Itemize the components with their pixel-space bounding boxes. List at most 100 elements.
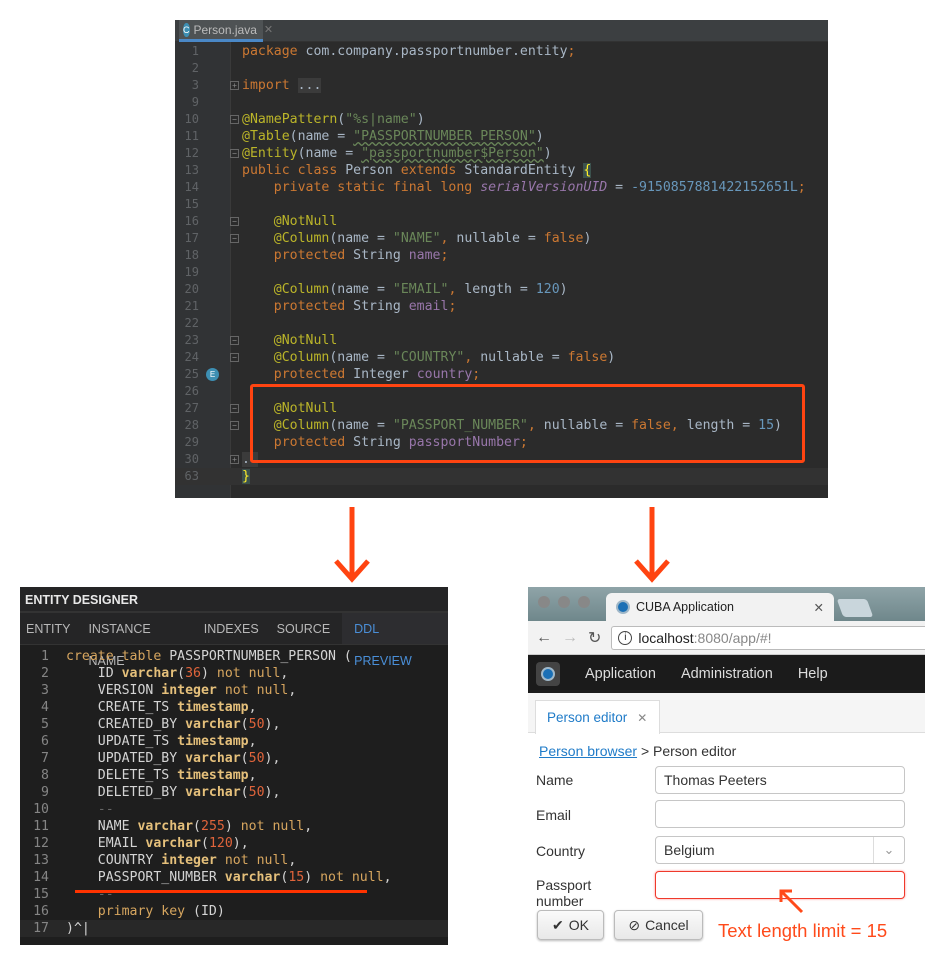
tab-ddl-preview[interactable]: DDL PREVIEW [342, 613, 448, 668]
line-number: 16 [184, 214, 199, 228]
underline-highlight [75, 890, 367, 893]
back-icon[interactable]: ← [536, 629, 552, 647]
token-ty: timestamp [177, 734, 249, 749]
token-pl: ) [583, 231, 592, 246]
tab-person-java[interactable]: C Person.java ✕ [179, 20, 273, 42]
token-pl: ( [240, 717, 249, 732]
token-pl: , [304, 819, 313, 834]
ok-label: OK [568, 917, 589, 933]
cancel-button[interactable]: ⊘ Cancel [614, 910, 703, 940]
fold-collapse-icon[interactable]: − [230, 353, 239, 362]
token-num: 15 [288, 870, 305, 885]
fold-expand-icon[interactable]: + [230, 81, 239, 90]
chevron-down-icon[interactable]: ⌄ [873, 837, 904, 863]
code-line: 11 @Table(name = "PASSPORTNUMBER_PERSON") [175, 128, 828, 145]
code-text: )^| [66, 920, 90, 937]
token-pl: (name = [329, 350, 393, 365]
fold-collapse-icon[interactable]: − [230, 115, 239, 124]
code-text: VERSION integer not null, [66, 682, 297, 699]
class-icon: C [183, 22, 190, 37]
minimize-window-button[interactable] [558, 596, 570, 608]
token-pl: ) [201, 666, 217, 681]
token-kw: not null [240, 819, 305, 834]
menu-administration[interactable]: Administration [681, 666, 773, 682]
ok-button[interactable]: ✔ OK [537, 910, 604, 940]
tab-entity[interactable]: ENTITY [20, 613, 82, 644]
code-line: 2 [175, 60, 828, 77]
new-tab-button[interactable] [836, 599, 874, 617]
maximize-window-button[interactable] [578, 596, 590, 608]
code-text: UPDATED_BY varchar(50), [66, 750, 281, 767]
country-select[interactable]: Belgium ⌄ [655, 836, 905, 864]
menu-application[interactable]: Application [585, 666, 656, 682]
line-number: 11 [33, 819, 49, 834]
token-kw: ; [567, 44, 576, 59]
url-input[interactable]: i localhost:8080/app/#! [611, 625, 925, 650]
line-number: 29 [184, 435, 199, 449]
close-window-button[interactable] [538, 596, 550, 608]
name-field[interactable]: Thomas Peeters [655, 766, 905, 794]
menu-help[interactable]: Help [798, 666, 828, 682]
token-pl: (ID) [193, 904, 225, 919]
fold-collapse-icon[interactable]: − [230, 217, 239, 226]
editor-tabbar: C Person.java ✕ [175, 20, 828, 42]
token-pl: , [248, 734, 257, 749]
code-line: 1 package com.company.passportnumber.enti… [175, 43, 828, 60]
breadcrumb-link-person-browser[interactable]: Person browser [539, 743, 637, 759]
token-ann: @NotNull [242, 333, 338, 348]
token-pl: Integer [353, 367, 417, 382]
fold-collapse-icon[interactable]: − [230, 404, 239, 413]
code-text: primary key (ID) [66, 903, 225, 920]
close-tab-icon[interactable]: ✕ [814, 600, 824, 615]
country-label: Country [536, 843, 586, 859]
code-line: 1 create table PASSPORTNUMBER_PERSON ( [20, 648, 448, 665]
token-pl: UPDATED_BY [66, 751, 186, 766]
token-kw: ; [472, 367, 481, 382]
close-icon[interactable]: ✕ [637, 711, 647, 725]
token-num: 255 [201, 819, 225, 834]
tab-person-editor[interactable]: Person editor ✕ [535, 700, 660, 734]
fold-collapse-icon[interactable]: − [230, 149, 239, 158]
line-number: 15 [184, 197, 199, 211]
forward-icon[interactable]: → [562, 629, 578, 647]
cancel-icon: ⊘ [628, 916, 641, 933]
email-field[interactable] [655, 800, 905, 828]
fold-collapse-icon[interactable]: − [230, 421, 239, 430]
token-ty: varchar [224, 870, 281, 885]
token-ty: varchar [185, 785, 241, 800]
code-line: 10 -- [20, 801, 448, 818]
name-label: Name [536, 772, 574, 788]
token-pl: CREATED_BY [66, 717, 186, 732]
fold-collapse-icon[interactable]: − [230, 234, 239, 243]
tab-indexes[interactable]: INDEXES [198, 613, 271, 644]
token-kw: , [464, 350, 481, 365]
code-text: DELETE_TS timestamp, [66, 767, 257, 784]
token-ty: varchar [121, 666, 178, 681]
token-pl: ) [304, 870, 321, 885]
code-text: DELETED_BY varchar(50), [66, 784, 281, 801]
code-line: 12 EMAIL varchar(120), [20, 835, 448, 852]
reload-icon[interactable]: ↻ [588, 628, 601, 648]
annotation-text: Text length limit = 15 [718, 920, 888, 941]
code-line: 14 PASSPORT_NUMBER varchar(15) not null, [20, 869, 448, 886]
line-number: 23 [184, 333, 199, 347]
close-icon[interactable]: ✕ [264, 23, 273, 36]
browser-tab[interactable]: CUBA Application ✕ [606, 593, 834, 621]
code-line: 63} [175, 468, 828, 485]
code-line: 12 − @Entity(name = "passportnumber$Person… [175, 145, 828, 162]
tab-instance-name[interactable]: INSTANCE NAME [82, 613, 197, 668]
token-pl: ) [416, 112, 425, 127]
line-number: 17 [184, 231, 199, 245]
code-text: NAME varchar(255) not null, [66, 818, 312, 835]
line-number: 14 [184, 180, 199, 194]
line-number: 19 [184, 265, 199, 279]
tab-source[interactable]: SOURCE [271, 613, 342, 644]
fold-collapse-icon[interactable]: − [230, 336, 239, 345]
line-number: 28 [184, 418, 199, 432]
ddl-code[interactable]: 1 create table PASSPORTNUMBER_PERSON (2 I… [20, 645, 448, 937]
fold-expand-icon[interactable]: + [230, 455, 239, 464]
token-pl: ( [177, 666, 186, 681]
token-pl: , [383, 870, 392, 885]
passport-number-label: Passport number [536, 877, 592, 909]
code-line: 16 primary key (ID) [20, 903, 448, 920]
